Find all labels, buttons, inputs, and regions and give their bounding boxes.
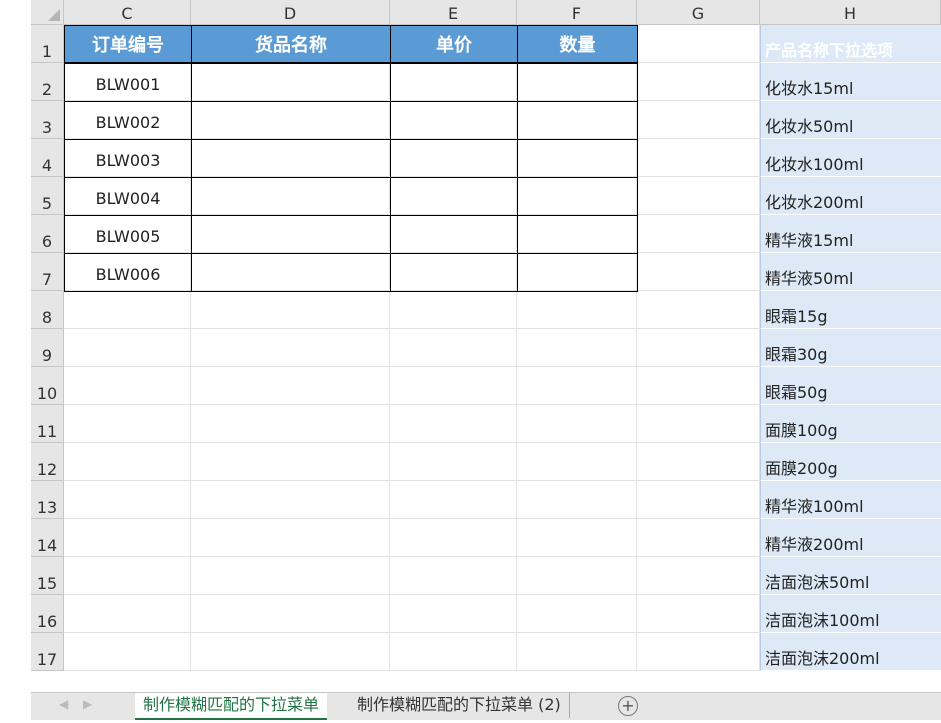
gridline bbox=[64, 594, 760, 595]
table-cell[interactable] bbox=[517, 63, 638, 102]
table-cell[interactable] bbox=[191, 139, 391, 178]
table-cell[interactable] bbox=[390, 177, 518, 216]
order-id-cell[interactable]: BLW006 bbox=[64, 253, 192, 292]
row-header-9[interactable]: 9 bbox=[31, 329, 64, 367]
option-cell[interactable]: 洁面泡沫100ml bbox=[760, 595, 941, 633]
gridline bbox=[64, 366, 760, 367]
order-id-cell[interactable]: BLW001 bbox=[64, 63, 192, 102]
option-cell[interactable]: 洁面泡沫200ml bbox=[760, 633, 941, 671]
scroll-right-icon[interactable]: ▶ bbox=[83, 697, 92, 711]
table-header-cell: 数量 bbox=[517, 25, 638, 63]
column-header-H[interactable]: H bbox=[760, 0, 941, 25]
gridline bbox=[64, 632, 760, 633]
gridline bbox=[64, 480, 760, 481]
order-id-cell[interactable]: BLW004 bbox=[64, 177, 192, 216]
option-cell[interactable]: 化妆水15ml bbox=[760, 63, 941, 101]
gridline bbox=[64, 518, 760, 519]
option-cell[interactable]: 化妆水200ml bbox=[760, 177, 941, 215]
gridline bbox=[64, 328, 760, 329]
row-header-4[interactable]: 4 bbox=[31, 139, 64, 177]
sheet-tab-2[interactable]: 制作模糊匹配的下拉菜单 (2) bbox=[349, 693, 570, 718]
option-cell[interactable]: 眼霜50g bbox=[760, 367, 941, 405]
row-header-15[interactable]: 15 bbox=[31, 557, 64, 595]
table-cell[interactable] bbox=[390, 101, 518, 140]
row-header-8[interactable]: 8 bbox=[31, 291, 64, 329]
option-cell[interactable]: 面膜100g bbox=[760, 405, 941, 443]
table-cell[interactable] bbox=[390, 63, 518, 102]
column-header-C[interactable]: C bbox=[64, 0, 191, 25]
column-header-G[interactable]: G bbox=[637, 0, 760, 25]
row-header-12[interactable]: 12 bbox=[31, 443, 64, 481]
table-cell[interactable] bbox=[390, 253, 518, 292]
table-cell[interactable] bbox=[191, 215, 391, 254]
gridline bbox=[64, 670, 760, 671]
row-header-10[interactable]: 10 bbox=[31, 367, 64, 405]
add-sheet-button[interactable]: + bbox=[618, 696, 638, 716]
option-cell[interactable]: 精华液100ml bbox=[760, 481, 941, 519]
option-cell[interactable]: 化妆水50ml bbox=[760, 101, 941, 139]
table-cell[interactable] bbox=[191, 177, 391, 216]
row-header-6[interactable]: 6 bbox=[31, 215, 64, 253]
column-header-D[interactable]: D bbox=[191, 0, 390, 25]
table-cell[interactable] bbox=[517, 253, 638, 292]
row-header-16[interactable]: 16 bbox=[31, 595, 64, 633]
sheet-tab-1[interactable]: 制作模糊匹配的下拉菜单 bbox=[135, 693, 328, 720]
column-header-E[interactable]: E bbox=[390, 0, 517, 25]
column-header-F[interactable]: F bbox=[517, 0, 637, 25]
table-cell[interactable] bbox=[390, 215, 518, 254]
table-cell[interactable] bbox=[390, 139, 518, 178]
table-cell[interactable] bbox=[191, 253, 391, 292]
row-header-13[interactable]: 13 bbox=[31, 481, 64, 519]
row-header-5[interactable]: 5 bbox=[31, 177, 64, 215]
option-cell[interactable]: 眼霜30g bbox=[760, 329, 941, 367]
row-header-7[interactable]: 7 bbox=[31, 253, 64, 291]
row-header-17[interactable]: 17 bbox=[31, 633, 64, 671]
gridline bbox=[64, 442, 760, 443]
table-header-cell: 单价 bbox=[390, 25, 518, 63]
gridline bbox=[64, 404, 760, 405]
table-cell[interactable] bbox=[517, 177, 638, 216]
gridline bbox=[64, 556, 760, 557]
table-cell[interactable] bbox=[517, 139, 638, 178]
order-id-cell[interactable]: BLW005 bbox=[64, 215, 192, 254]
options-header[interactable]: 产品名称下拉选项 bbox=[760, 25, 941, 63]
option-cell[interactable]: 面膜200g bbox=[760, 443, 941, 481]
option-cell[interactable]: 眼霜15g bbox=[760, 291, 941, 329]
table-header-cell: 订单编号 bbox=[64, 25, 192, 63]
row-header-2[interactable]: 2 bbox=[31, 63, 64, 101]
row-header-1[interactable]: 1 bbox=[31, 25, 64, 63]
option-cell[interactable]: 精华液15ml bbox=[760, 215, 941, 253]
table-cell[interactable] bbox=[191, 101, 391, 140]
order-id-cell[interactable]: BLW003 bbox=[64, 139, 192, 178]
table-header-cell: 货品名称 bbox=[191, 25, 391, 63]
option-cell[interactable]: 精华液200ml bbox=[760, 519, 941, 557]
row-header-3[interactable]: 3 bbox=[31, 101, 64, 139]
option-cell[interactable]: 洁面泡沫50ml bbox=[760, 557, 941, 595]
table-cell[interactable] bbox=[517, 101, 638, 140]
row-header-14[interactable]: 14 bbox=[31, 519, 64, 557]
option-cell[interactable]: 化妆水100ml bbox=[760, 139, 941, 177]
row-header-11[interactable]: 11 bbox=[31, 405, 64, 443]
select-all-button[interactable] bbox=[31, 0, 64, 25]
table-cell[interactable] bbox=[191, 63, 391, 102]
table-cell[interactable] bbox=[517, 215, 638, 254]
scroll-left-icon[interactable]: ◀ bbox=[59, 697, 68, 711]
option-cell[interactable]: 精华液50ml bbox=[760, 253, 941, 291]
sheet-tab-bar: ◀ ▶ 制作模糊匹配的下拉菜单 制作模糊匹配的下拉菜单 (2) + bbox=[31, 692, 941, 720]
order-id-cell[interactable]: BLW002 bbox=[64, 101, 192, 140]
